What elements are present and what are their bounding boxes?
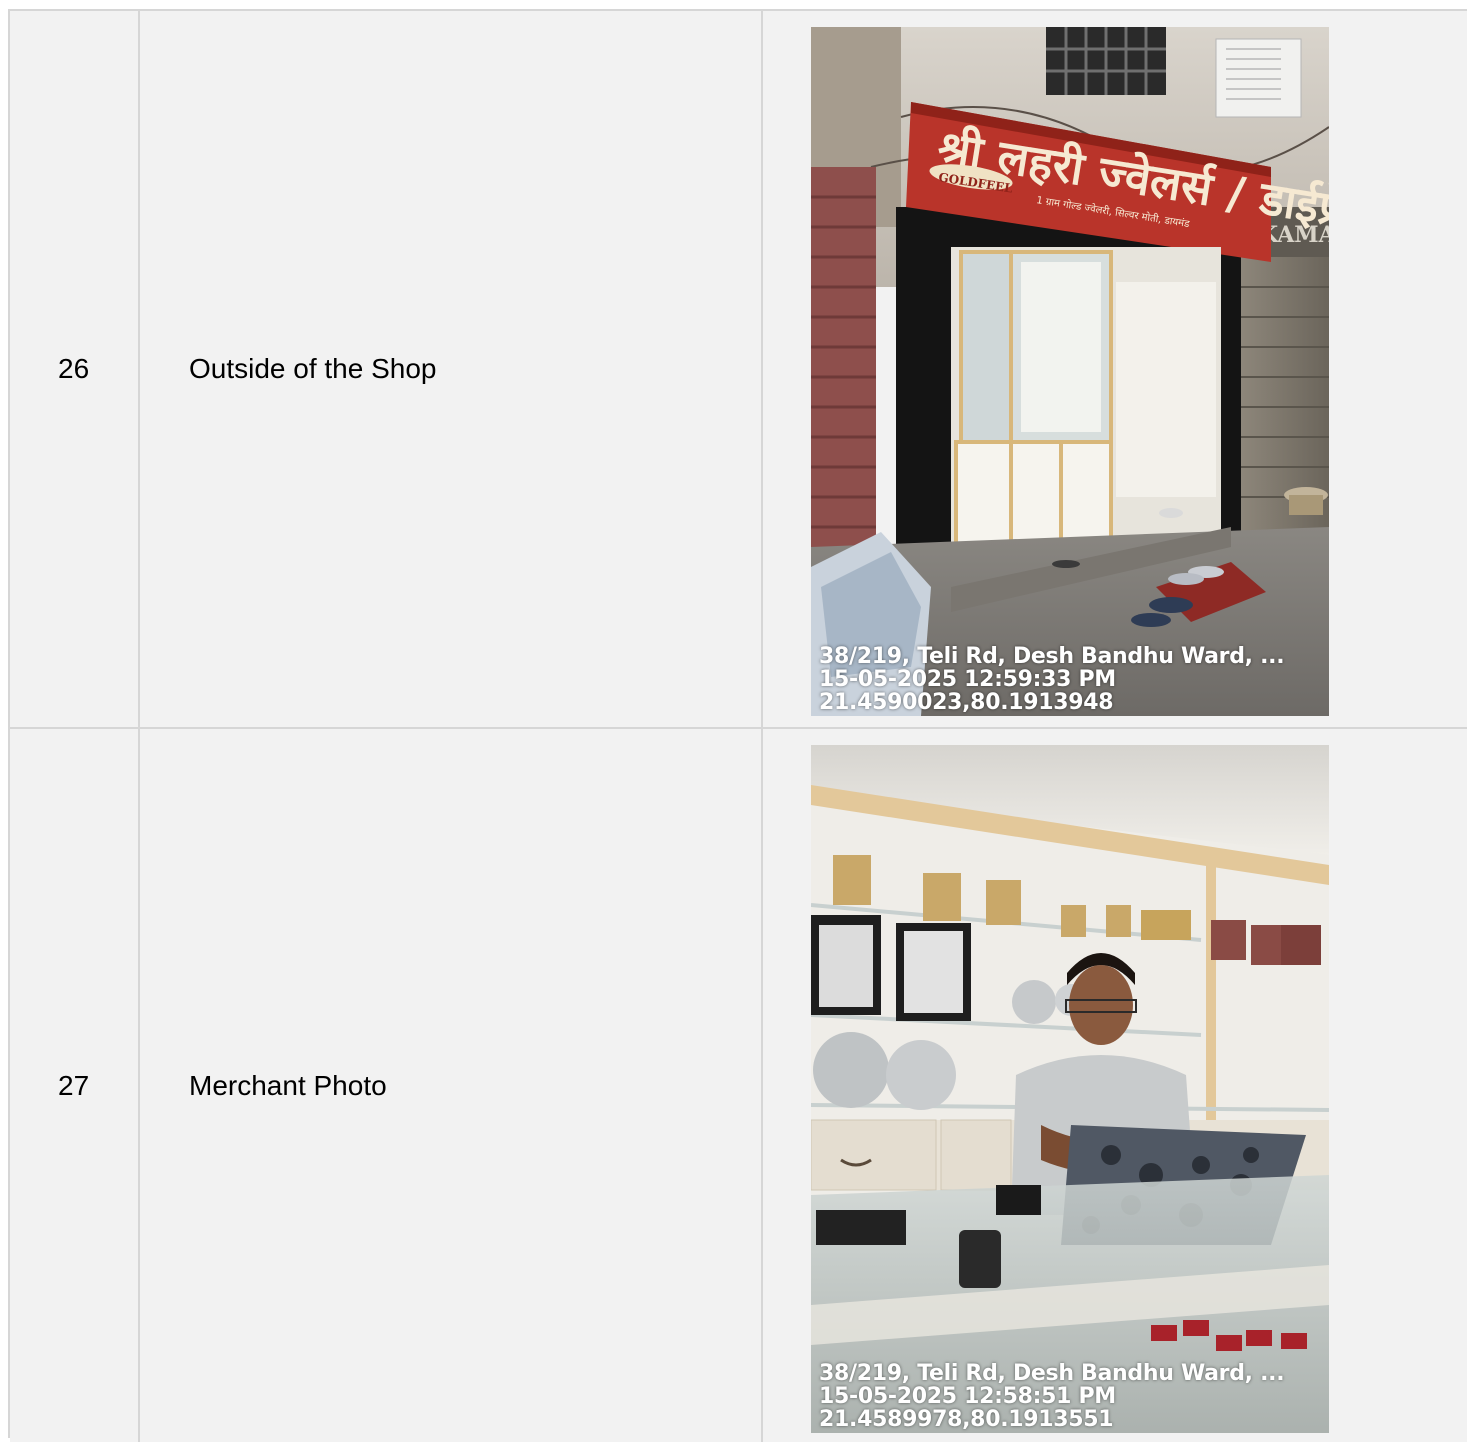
geotag-address: 38/219, Teli Rd, Desh Bandhu Ward, ... bbox=[819, 1361, 1285, 1386]
geotag-address: 38/219, Teli Rd, Desh Bandhu Ward, ... bbox=[819, 644, 1285, 669]
description-cell: Merchant Photo bbox=[140, 729, 763, 1442]
merchant-photo: 38/219, Teli Rd, Desh Bandhu Ward, ... 1… bbox=[811, 745, 1329, 1433]
table-row: 27 Merchant Photo 38/219, Teli Rd, Desh … bbox=[10, 729, 1467, 1442]
photo-cell: KAMAL श्री लहरी ज्वेलर्स / डाईप्रेस GOLD… bbox=[763, 11, 1467, 727]
photo-evidence-table: 26 Outside of the Shop KAMA श्री लहरी ज्… bbox=[8, 9, 1467, 1442]
geotag-coordinates: 21.4590023,80.1913948 bbox=[819, 690, 1114, 715]
description-cell: Outside of the Shop bbox=[140, 11, 763, 727]
photo-description: Outside of the Shop bbox=[189, 353, 437, 384]
geotag-datetime: 15-05-2025 12:59:33 PM bbox=[819, 667, 1116, 692]
serial-number: 26 bbox=[58, 353, 90, 384]
photo-geotag-stamp: 38/219, Teli Rd, Desh Bandhu Ward, ... 1… bbox=[819, 644, 1285, 715]
shop-exterior-photo: KAMAL श्री लहरी ज्वेलर्स / डाईप्रेस GOLD… bbox=[811, 27, 1329, 716]
merchant-image bbox=[811, 745, 1329, 1433]
photo-geotag-stamp: 38/219, Teli Rd, Desh Bandhu Ward, ... 1… bbox=[819, 1361, 1285, 1432]
table-row: 26 Outside of the Shop KAMA श्री लहरी ज्… bbox=[10, 11, 1467, 729]
geotag-datetime: 15-05-2025 12:58:51 PM bbox=[819, 1384, 1116, 1409]
serial-number-cell: 26 bbox=[10, 11, 140, 727]
shop-exterior-image: KAMAL श्री लहरी ज्वेलर्स / डाईप्रेस GOLD… bbox=[811, 27, 1329, 716]
photo-cell: 38/219, Teli Rd, Desh Bandhu Ward, ... 1… bbox=[763, 729, 1467, 1442]
serial-number-cell: 27 bbox=[10, 729, 140, 1442]
serial-number: 27 bbox=[58, 1069, 90, 1101]
photo-description: Merchant Photo bbox=[189, 1069, 387, 1101]
geotag-coordinates: 21.4589978,80.1913551 bbox=[819, 1407, 1114, 1432]
